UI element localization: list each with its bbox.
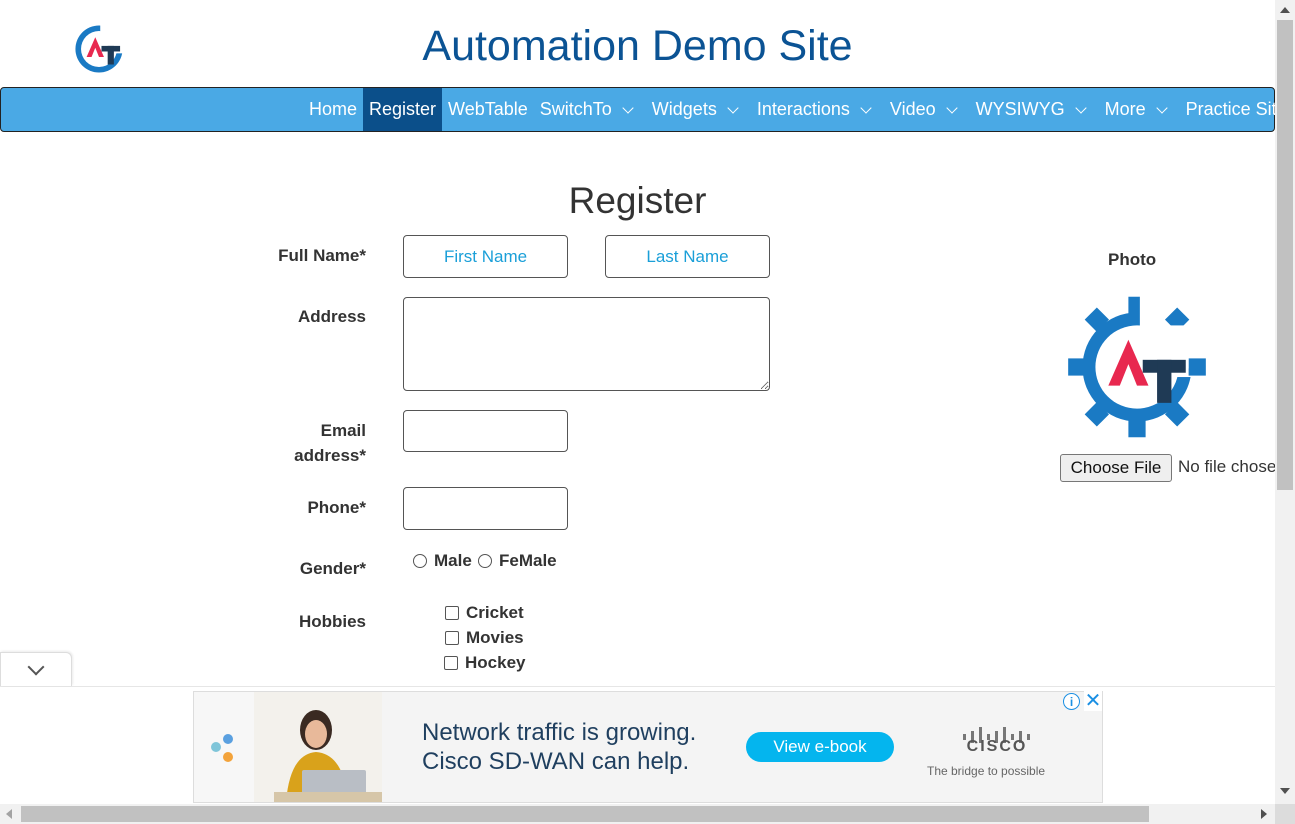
chevron-down-icon: [860, 101, 872, 114]
nav-item-practice-site[interactable]: Practice Site: [1180, 88, 1275, 131]
address-label: Address: [297, 307, 366, 326]
email-label-line2: address*: [294, 446, 366, 465]
site-title: Automation Demo Site: [422, 22, 853, 70]
scrollbar-corner: [1275, 804, 1295, 824]
nav-item-label: WebTable: [448, 99, 528, 119]
nav-item-more[interactable]: More: [1099, 88, 1180, 131]
main-navbar: Home Register WebTable SwitchTo Widgets Inter…: [0, 87, 1275, 132]
nav-item-label: Practice Site: [1185, 99, 1275, 119]
hobby-hockey-label: Hockey: [465, 653, 526, 672]
info-icon[interactable]: i: [1063, 693, 1080, 710]
nav-item-label: Widgets: [651, 99, 717, 119]
horizontal-scrollbar[interactable]: [0, 804, 1275, 824]
chevron-down-icon: [727, 101, 739, 114]
email-label: Email address*: [294, 418, 366, 468]
ad-headline-line1: Network traffic is growing.: [422, 719, 697, 746]
nav-item-switchto[interactable]: SwitchTo: [534, 88, 646, 131]
hobby-checkbox-movies[interactable]: [445, 631, 459, 645]
chevron-down-icon: [1074, 101, 1087, 114]
close-icon[interactable]: ✕: [1084, 691, 1102, 711]
chevron-down-icon: [945, 101, 958, 114]
nav-item-label: Home: [309, 99, 358, 119]
gender-option-female-label: FeMale: [499, 551, 557, 570]
nav-item-label: Register: [369, 99, 437, 119]
horizontal-scroll-thumb[interactable]: [21, 806, 1149, 822]
vertical-scrollbar[interactable]: [1275, 0, 1295, 804]
chevron-down-icon: [1155, 101, 1168, 114]
hobby-checkbox-hockey[interactable]: [444, 656, 458, 670]
email-input[interactable]: [403, 410, 568, 452]
full-name-label: Full Name*: [278, 246, 366, 265]
ad-view-ebook-button[interactable]: View e-book: [746, 732, 894, 762]
hobbies-label: Hobbies: [298, 612, 366, 631]
page-viewport: Automation Demo Site Home Register WebTabl…: [0, 0, 1275, 804]
ad-photo-woman-laptop-icon: [194, 692, 382, 802]
email-label-line1: Email: [320, 421, 366, 440]
gender-label: Gender*: [299, 559, 366, 578]
nav-item-video[interactable]: Video: [884, 88, 970, 131]
nav-menu: Home Register WebTable SwitchTo Widgets Inter…: [303, 88, 1275, 131]
ad-collapse-toggle[interactable]: [0, 652, 72, 686]
nav-item-label: WYSIWYG: [975, 99, 1065, 119]
chevron-down-icon: [622, 101, 634, 114]
phone-input[interactable]: [403, 487, 568, 530]
ad-tagline: The bridge to possible: [927, 764, 1046, 778]
scroll-up-arrow-icon[interactable]: [1280, 7, 1290, 13]
ad-headline: Network traffic is growing. Cisco SD-WAN…: [422, 718, 742, 776]
gender-radio-male[interactable]: [413, 554, 427, 568]
first-name-input[interactable]: [403, 235, 568, 278]
scroll-down-arrow-icon[interactable]: [1280, 788, 1290, 794]
choose-file-button[interactable]: Choose File: [1060, 454, 1172, 482]
ad-brand-name: CISCO: [966, 738, 1028, 755]
ad-headline-line2: Cisco SD-WAN can help.: [422, 748, 690, 775]
photo-preview-logo-icon: [1068, 291, 1209, 438]
page-title: Register: [568, 180, 707, 221]
nav-item-label: Interactions: [756, 99, 850, 119]
nav-item-label: SwitchTo: [539, 99, 612, 119]
ad-banner[interactable]: Network traffic is growing. Cisco SD-WAN…: [193, 691, 1103, 803]
gender-radio-female[interactable]: [478, 554, 492, 568]
vertical-scroll-thumb[interactable]: [1277, 20, 1293, 490]
file-status-text: No file chosen: [1178, 457, 1275, 476]
nav-item-wysiwyg[interactable]: WYSIWYG: [970, 88, 1099, 131]
nav-item-home[interactable]: Home: [303, 88, 363, 131]
phone-label: Phone*: [307, 498, 366, 517]
chevron-down-icon: [27, 658, 45, 676]
scroll-left-arrow-icon[interactable]: [6, 809, 12, 819]
gender-option-male-label: Male: [434, 551, 472, 570]
nav-item-webtable[interactable]: WebTable: [442, 88, 534, 131]
nav-item-label: More: [1104, 99, 1146, 119]
nav-item-label: Video: [889, 99, 936, 119]
nav-item-interactions[interactable]: Interactions: [751, 88, 884, 131]
scroll-right-arrow-icon[interactable]: [1261, 809, 1267, 819]
hobby-checkbox-cricket[interactable]: [445, 606, 459, 620]
hobby-movies-label: Movies: [466, 628, 524, 647]
nav-item-register[interactable]: Register: [363, 88, 443, 131]
nav-item-widgets[interactable]: Widgets: [646, 88, 751, 131]
last-name-input[interactable]: [605, 235, 770, 278]
photo-label: Photo: [1108, 250, 1157, 269]
hobby-cricket-label: Cricket: [466, 603, 524, 622]
address-textarea[interactable]: [403, 297, 770, 391]
